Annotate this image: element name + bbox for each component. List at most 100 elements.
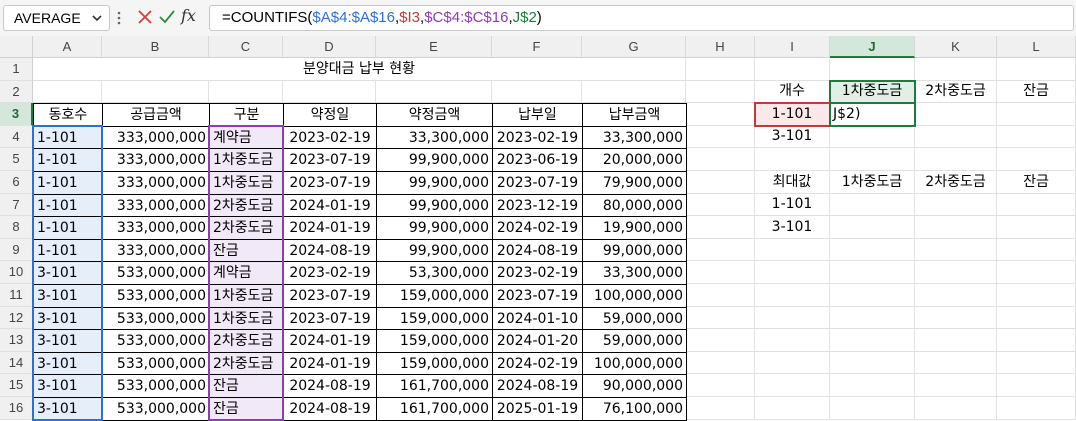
- cell[interactable]: [997, 307, 1076, 329]
- table-header-cell[interactable]: 구분: [209, 103, 284, 127]
- table-cell[interactable]: 2024-01-19: [283, 194, 377, 217]
- table-cell[interactable]: 533,000,000: [102, 329, 210, 353]
- cell[interactable]: [915, 307, 997, 329]
- table-cell[interactable]: 2023-07-19: [283, 171, 377, 195]
- cell[interactable]: [33, 81, 102, 103]
- table-cell[interactable]: 99,900,000: [376, 239, 493, 262]
- cell[interactable]: [830, 148, 915, 171]
- cell[interactable]: [997, 397, 1076, 420]
- row-header[interactable]: 10: [0, 261, 33, 284]
- table-cell[interactable]: 1-101: [33, 171, 103, 195]
- table-cell[interactable]: 2024-01-19: [283, 352, 377, 375]
- cell[interactable]: [997, 148, 1076, 171]
- cell[interactable]: [755, 58, 830, 81]
- table-cell[interactable]: 2023-02-19: [283, 126, 377, 149]
- table-cell[interactable]: 33,300,000: [582, 126, 687, 149]
- cell[interactable]: [209, 81, 283, 103]
- table-cell[interactable]: 20,000,000: [582, 148, 687, 172]
- cell[interactable]: [755, 239, 830, 261]
- more-options-icon[interactable]: [114, 9, 124, 27]
- cell[interactable]: [915, 148, 997, 171]
- cell[interactable]: [582, 81, 686, 103]
- cell[interactable]: [915, 261, 997, 284]
- table-cell[interactable]: 1-101: [33, 126, 103, 149]
- cell[interactable]: [915, 239, 997, 261]
- summary-max-row-label[interactable]: 3-101: [755, 216, 830, 239]
- table-cell[interactable]: 1차중도금: [209, 284, 284, 308]
- column-header[interactable]: H: [686, 36, 755, 58]
- column-header[interactable]: C: [209, 36, 283, 58]
- table-cell[interactable]: 2024-01-19: [283, 329, 377, 353]
- cell[interactable]: [997, 126, 1076, 148]
- cell[interactable]: [755, 284, 830, 307]
- table-cell[interactable]: 2023-12-19: [492, 194, 583, 217]
- table-cell[interactable]: 333,000,000: [102, 148, 210, 172]
- cell[interactable]: [755, 148, 830, 171]
- row-header[interactable]: 5: [0, 148, 33, 171]
- table-cell[interactable]: 333,000,000: [102, 194, 210, 217]
- cell[interactable]: [997, 352, 1076, 374]
- summary-count-row-label[interactable]: 3-101: [755, 126, 830, 148]
- table-cell[interactable]: 53,300,000: [376, 261, 493, 285]
- table-cell[interactable]: 159,000,000: [376, 284, 493, 308]
- column-header[interactable]: E: [376, 36, 492, 58]
- table-cell[interactable]: 99,900,000: [376, 148, 493, 172]
- table-cell[interactable]: 1차중도금: [209, 171, 284, 195]
- row-header[interactable]: 16: [0, 397, 33, 420]
- column-header[interactable]: I: [755, 36, 830, 58]
- table-cell[interactable]: 잔금: [209, 397, 284, 421]
- table-cell[interactable]: 2025-01-19: [492, 397, 583, 421]
- summary-count-row-label[interactable]: 1-101: [755, 103, 830, 126]
- column-header[interactable]: B: [102, 36, 209, 58]
- table-cell[interactable]: 1-101: [33, 148, 103, 172]
- table-cell[interactable]: 2024-08-19: [283, 374, 377, 398]
- cell[interactable]: [915, 126, 997, 148]
- table-cell[interactable]: 3-101: [33, 307, 103, 330]
- row-header[interactable]: 2: [0, 81, 33, 103]
- table-cell[interactable]: 2024-01-19: [283, 216, 377, 240]
- table-cell[interactable]: 2024-01-10: [492, 307, 583, 330]
- table-cell[interactable]: 161,700,000: [376, 397, 493, 421]
- table-cell[interactable]: 1-101: [33, 194, 103, 217]
- cell[interactable]: [915, 329, 997, 352]
- row-header[interactable]: 15: [0, 374, 33, 397]
- cell[interactable]: [915, 58, 997, 81]
- cell[interactable]: [915, 216, 997, 239]
- table-cell[interactable]: 2차중도금: [209, 194, 284, 217]
- summary-max-label[interactable]: 최대값: [755, 171, 830, 194]
- cell[interactable]: [997, 374, 1076, 397]
- table-header-cell[interactable]: 납부일: [492, 103, 583, 127]
- cell[interactable]: [686, 374, 755, 397]
- table-cell[interactable]: 2023-06-19: [492, 148, 583, 172]
- table-cell[interactable]: 59,000,000: [582, 307, 687, 330]
- cell[interactable]: [830, 352, 915, 374]
- table-cell[interactable]: 1차중도금: [209, 148, 284, 172]
- cell[interactable]: [830, 307, 915, 329]
- sheet-title[interactable]: 분양대금 납부 현황: [33, 58, 686, 81]
- cell[interactable]: [755, 261, 830, 284]
- table-cell[interactable]: 333,000,000: [102, 126, 210, 149]
- summary-count-header[interactable]: 잔금: [997, 81, 1076, 103]
- table-cell[interactable]: 계약금: [209, 261, 284, 285]
- table-cell[interactable]: 1차중도금: [209, 307, 284, 330]
- table-cell[interactable]: 100,000,000: [582, 352, 687, 375]
- table-cell[interactable]: 2차중도금: [209, 352, 284, 375]
- cell[interactable]: [915, 374, 997, 397]
- table-cell[interactable]: 2023-07-19: [283, 307, 377, 330]
- cell[interactable]: [283, 81, 376, 103]
- table-cell[interactable]: 계약금: [209, 126, 284, 149]
- row-header[interactable]: 14: [0, 352, 33, 374]
- cell[interactable]: [830, 284, 915, 307]
- cell[interactable]: [997, 103, 1076, 126]
- table-cell[interactable]: 3-101: [33, 397, 103, 421]
- cell[interactable]: [997, 329, 1076, 352]
- cell[interactable]: [830, 329, 915, 352]
- table-cell[interactable]: 2차중도금: [209, 329, 284, 353]
- table-cell[interactable]: 33,300,000: [376, 126, 493, 149]
- cell[interactable]: [915, 397, 997, 420]
- cancel-icon[interactable]: [136, 8, 154, 26]
- cell[interactable]: [686, 239, 755, 261]
- cell[interactable]: [997, 58, 1076, 81]
- check-icon[interactable]: [158, 8, 176, 26]
- row-header[interactable]: 4: [0, 126, 33, 148]
